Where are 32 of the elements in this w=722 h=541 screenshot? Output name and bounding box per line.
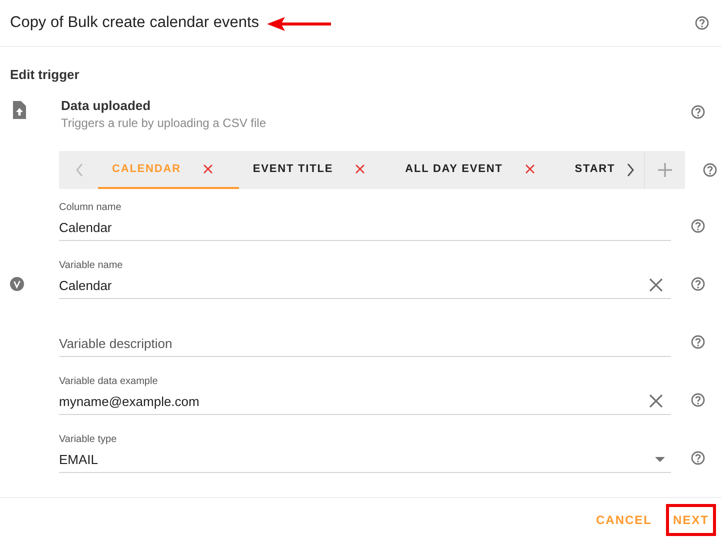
tab[interactable]: START xyxy=(560,151,620,189)
input-field[interactable]: Calendar xyxy=(59,220,671,234)
clear-icon[interactable] xyxy=(649,394,663,408)
help-icon[interactable] xyxy=(691,219,705,233)
help-icon[interactable] xyxy=(695,16,709,30)
section-title: Edit trigger xyxy=(10,67,80,82)
close-icon[interactable] xyxy=(202,164,213,174)
input-field[interactable]: Variable description xyxy=(59,336,671,350)
field-label: Variable name xyxy=(59,260,124,271)
field-label: Variable type xyxy=(59,434,118,445)
help-icon[interactable] xyxy=(691,277,705,291)
tab[interactable]: ALL DAY EVENT xyxy=(391,151,561,189)
trigger-description: Triggers a rule by uploading a CSV file xyxy=(61,116,267,130)
page-title: Copy of Bulk create calendar events xyxy=(10,14,259,32)
dropdown-caret-icon[interactable] xyxy=(655,456,665,462)
input-field[interactable]: myname@example.com xyxy=(59,394,649,408)
help-icon[interactable] xyxy=(691,105,705,119)
trigger-name: Data uploaded xyxy=(61,98,152,113)
close-icon[interactable] xyxy=(524,164,535,174)
chevron-right-icon[interactable] xyxy=(627,163,634,177)
field-label: Variable data example xyxy=(59,376,159,387)
help-icon[interactable] xyxy=(691,335,705,349)
field-label: Column name xyxy=(59,202,122,213)
clear-icon[interactable] xyxy=(649,278,663,292)
input-field[interactable]: Calendar xyxy=(59,278,649,292)
select-field[interactable]: EMAIL xyxy=(59,449,671,469)
tab[interactable]: EVENT TITLE xyxy=(238,151,392,189)
help-icon[interactable] xyxy=(703,163,718,177)
help-icon[interactable] xyxy=(691,451,705,465)
help-icon[interactable] xyxy=(691,393,705,407)
close-icon[interactable] xyxy=(355,164,366,174)
upload-file-icon xyxy=(12,101,27,119)
